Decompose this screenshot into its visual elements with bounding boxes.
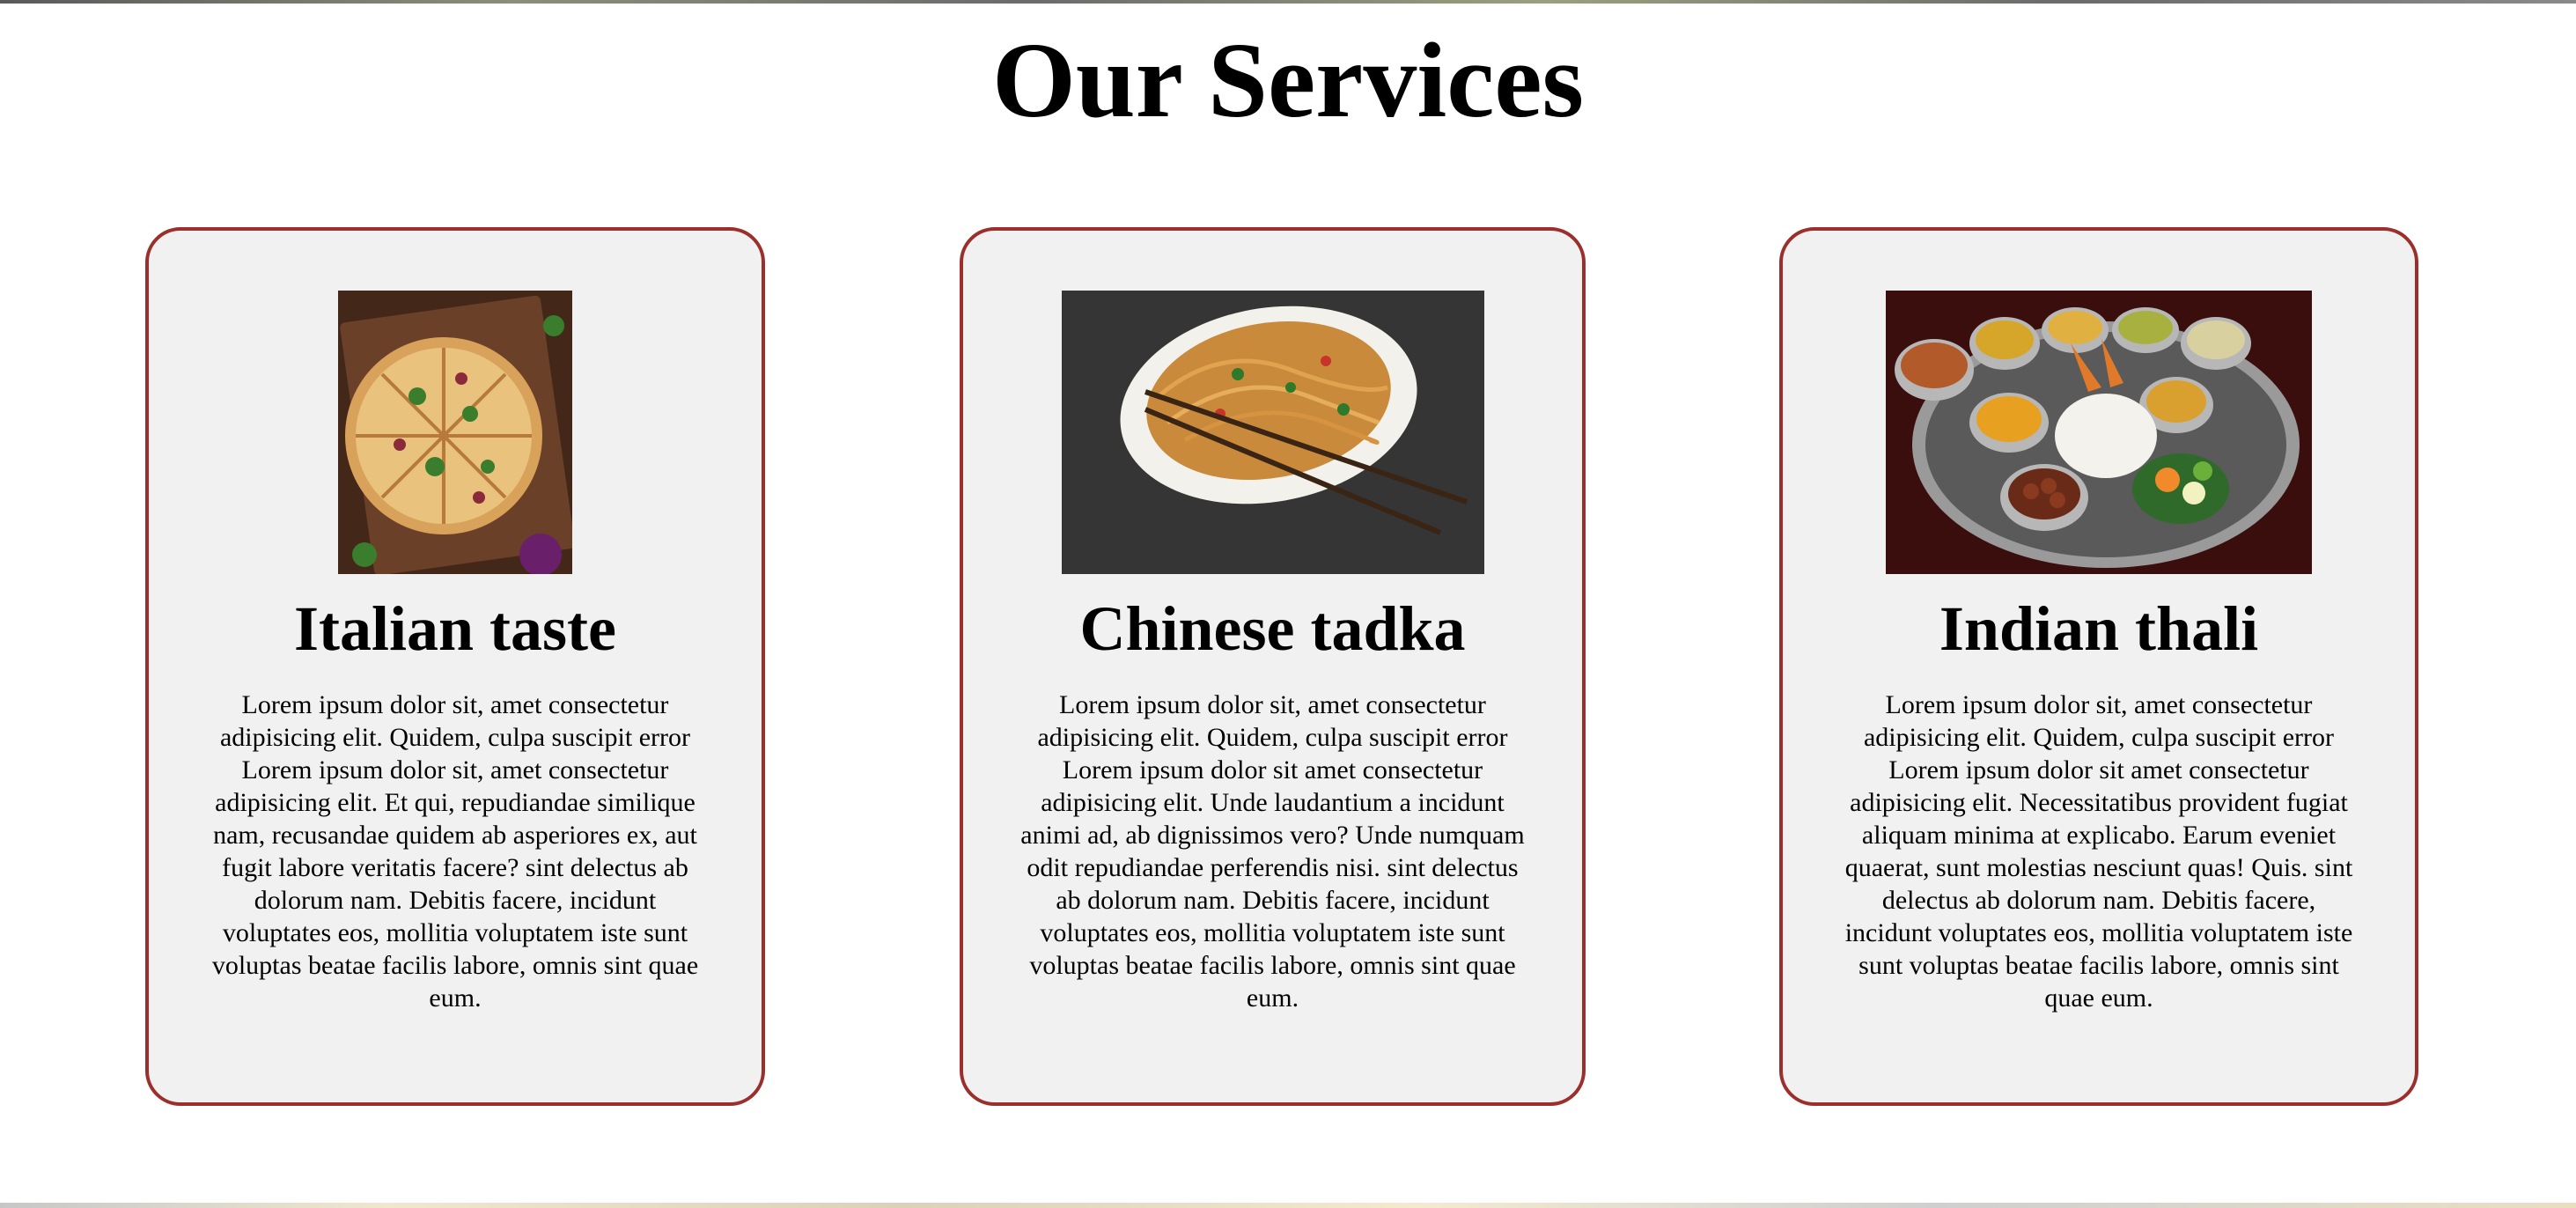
thali-image bbox=[1886, 291, 2312, 574]
noodles-image bbox=[1061, 291, 1484, 574]
card-description: Lorem ipsum dolor sit, amet consectetur … bbox=[211, 690, 699, 1013]
service-card-italian: Italian taste Lorem ipsum dolor sit, ame… bbox=[145, 227, 765, 1106]
top-edge-strip bbox=[0, 0, 2576, 4]
service-card-chinese: Chinese tadka Lorem ipsum dolor sit, ame… bbox=[960, 227, 1586, 1106]
card-title: Chinese tadka bbox=[1079, 593, 1466, 664]
card-description: Lorem ipsum dolor sit, amet consectetur … bbox=[1020, 690, 1525, 1013]
bottom-edge-strip bbox=[0, 1203, 2576, 1208]
service-card-indian: Indian thali Lorem ipsum dolor sit, amet… bbox=[1779, 227, 2418, 1106]
card-title: Italian taste bbox=[294, 593, 616, 664]
card-description: Lorem ipsum dolor sit, amet consectetur … bbox=[1844, 690, 2353, 1013]
pizza-image bbox=[338, 291, 572, 574]
page-title: Our Services bbox=[991, 21, 1584, 140]
card-title: Indian thali bbox=[1939, 593, 2259, 664]
